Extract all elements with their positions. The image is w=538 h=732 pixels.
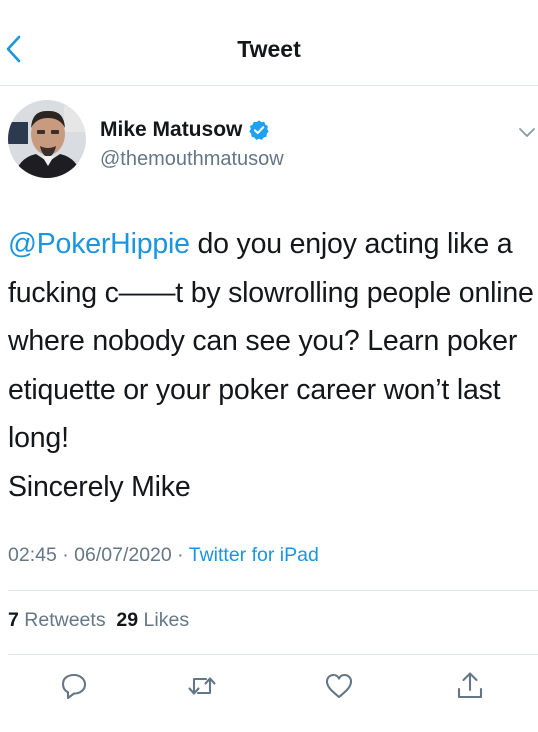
retweet-icon — [188, 677, 216, 695]
retweets-label: Retweets — [24, 609, 106, 631]
retweets-count: 7 — [8, 609, 19, 631]
tweet-stats: 7 Retweets 29 Likes — [8, 609, 189, 632]
divider — [8, 590, 538, 591]
verified-badge-icon — [249, 120, 269, 140]
page-title: Tweet — [237, 36, 301, 62]
tweet-time: 02:45 — [8, 544, 57, 566]
tweet-signoff: Sincerely Mike — [8, 470, 191, 503]
reply-button[interactable] — [58, 670, 90, 702]
likes-count: 29 — [116, 609, 139, 631]
tweet-meta: 02:45 · 06/07/2020 · Twitter for iPad — [8, 544, 319, 567]
tweet-menu-button[interactable] — [516, 122, 538, 142]
mention-link[interactable]: @PokerHippie — [8, 228, 190, 260]
tweet-author: Mike Matusow @themouthmatusow — [0, 100, 538, 190]
retweets-stat[interactable]: 7 Retweets — [8, 609, 106, 631]
top-bar: Tweet — [0, 0, 538, 86]
author-handle[interactable]: @themouthmatusow — [100, 148, 284, 171]
author-name[interactable]: Mike Matusow — [100, 118, 242, 142]
share-button[interactable] — [454, 670, 486, 702]
tweet-body: do you enjoy acting like a fucking c——t … — [8, 228, 534, 455]
retweet-button[interactable] — [186, 670, 218, 702]
chevron-down-icon — [519, 128, 535, 137]
divider — [8, 654, 538, 655]
reply-icon — [61, 673, 87, 700]
share-icon — [457, 672, 483, 699]
meta-separator: · — [171, 544, 189, 566]
like-button[interactable] — [323, 670, 355, 702]
likes-label: Likes — [143, 609, 190, 631]
heart-icon — [325, 673, 353, 699]
avatar[interactable] — [8, 100, 86, 178]
meta-separator: · — [56, 544, 75, 566]
tweet-date: 06/07/2020 — [74, 544, 172, 566]
tweet-source-link[interactable]: Twitter for iPad — [189, 544, 319, 566]
tweet-actions — [0, 670, 538, 706]
tweet-text: @PokerHippie do you enjoy acting like a … — [8, 220, 536, 512]
likes-stat[interactable]: 29 Likes — [116, 609, 189, 631]
author-name-row: Mike Matusow — [100, 118, 270, 142]
